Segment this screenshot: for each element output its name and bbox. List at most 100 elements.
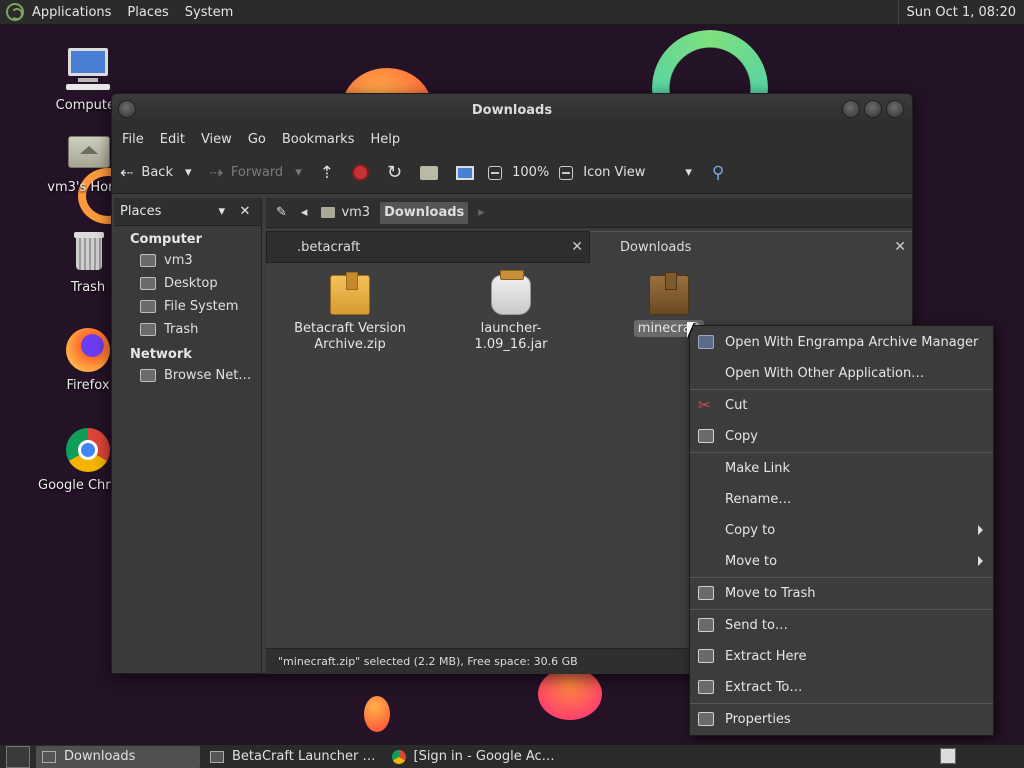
system-menu[interactable]: System: [177, 5, 241, 20]
places-menu[interactable]: Places: [119, 5, 176, 20]
taskbar-item-label: [Sign in - Google Ac…: [413, 749, 555, 764]
folder-icon: [42, 750, 56, 763]
trash-icon: [64, 228, 112, 276]
sidebar-item-vm3[interactable]: vm3: [114, 249, 261, 272]
menu-item-label: Cut: [725, 398, 748, 413]
tab-bar: .betacraft ✕ Downloads ✕: [266, 231, 912, 263]
up-button[interactable]: ⇡: [320, 163, 334, 183]
menu-item-label: Move to Trash: [725, 586, 816, 601]
taskbar-item-betacraft[interactable]: BetaCraft Launcher …: [204, 746, 382, 768]
close-icon[interactable]: ✕: [235, 204, 255, 219]
close-button[interactable]: [886, 100, 904, 118]
show-desktop-button[interactable]: [6, 745, 30, 768]
home-folder-icon: [64, 128, 112, 176]
menu-item-label: Make Link: [725, 461, 790, 476]
menu-item-open-with-engrampa[interactable]: Open With Engrampa Archive Manager: [690, 327, 993, 358]
sidebar-item-label: Desktop: [164, 276, 218, 291]
zip-archive-icon: [330, 272, 370, 315]
menu-help[interactable]: Help: [364, 132, 406, 147]
tab-downloads[interactable]: Downloads ✕: [590, 231, 912, 263]
clock[interactable]: Sun Oct 1, 08:20: [897, 0, 1024, 25]
path-scroll-right[interactable]: ▸: [474, 202, 489, 224]
workspace-switcher[interactable]: [940, 748, 956, 764]
file-item[interactable]: launcher-1.09_16.jar: [446, 270, 576, 353]
sidebar-type-select[interactable]: Places: [120, 204, 218, 219]
edit-location-button[interactable]: ✎: [272, 202, 291, 224]
computer-icon: [456, 165, 475, 180]
sidebar-section-computer: Computer: [130, 232, 203, 247]
jar-file-icon: [491, 270, 531, 315]
minimize-button[interactable]: [842, 100, 860, 118]
sidebar-item-browse-network[interactable]: Browse Net…: [114, 364, 261, 387]
menu-file[interactable]: File: [116, 132, 150, 147]
menu-item-move-to-trash[interactable]: Move to Trash: [690, 578, 993, 609]
close-icon[interactable]: ✕: [894, 239, 906, 255]
menu-item-send-to[interactable]: Send to…: [690, 610, 993, 641]
zoom-out-button[interactable]: [488, 165, 508, 180]
close-icon[interactable]: ✕: [571, 239, 583, 255]
menu-item-label: Copy: [725, 429, 758, 444]
tab-betacraft[interactable]: .betacraft ✕: [266, 231, 590, 263]
taskbar-item-chrome[interactable]: [Sign in - Google Ac…: [386, 746, 561, 768]
back-history-dropdown[interactable]: ▾: [185, 165, 192, 180]
submenu-arrow-icon: [978, 556, 983, 566]
search-button[interactable]: ⚲: [712, 163, 724, 183]
menu-item-extract-here[interactable]: Extract Here: [690, 641, 993, 672]
menu-bookmarks[interactable]: Bookmarks: [276, 132, 361, 147]
extract-icon: [698, 680, 714, 694]
menu-view[interactable]: View: [195, 132, 238, 147]
menu-item-properties[interactable]: Properties: [690, 704, 993, 735]
archive-manager-icon: [698, 335, 714, 349]
submenu-arrow-icon: [978, 525, 983, 535]
menu-item-extract-to[interactable]: Extract To…: [690, 672, 993, 703]
sidebar-item-label: Trash: [164, 322, 199, 337]
forward-button[interactable]: ⇢ Forward: [210, 163, 284, 182]
menu-item-label: Open With Other Application…: [725, 366, 925, 381]
mate-logo-icon[interactable]: [6, 3, 24, 21]
breadcrumb-downloads[interactable]: Downloads: [380, 201, 469, 224]
zoom-level: 100%: [512, 165, 550, 180]
sidebar-item-trash[interactable]: Trash: [114, 318, 261, 341]
menu-item-copy[interactable]: Copy: [690, 421, 993, 452]
properties-icon: [698, 712, 714, 726]
menu-item-cut[interactable]: ✂ Cut: [690, 390, 993, 421]
path-scroll-left[interactable]: ◂: [297, 202, 312, 224]
window-titlebar[interactable]: Downloads: [112, 94, 912, 126]
sidebar-item-label: File System: [164, 299, 239, 314]
menu-item-move-to[interactable]: Move to: [690, 546, 993, 577]
menu-edit[interactable]: Edit: [154, 132, 191, 147]
taskbar-item-label: Downloads: [64, 749, 136, 764]
network-icon: [140, 369, 156, 382]
breadcrumb-vm3[interactable]: vm3: [317, 202, 374, 224]
menu-item-rename[interactable]: Rename…: [690, 484, 993, 515]
mouse-cursor: [687, 322, 694, 338]
taskbar-item-downloads[interactable]: Downloads: [36, 745, 200, 768]
zoom-in-button[interactable]: [559, 165, 579, 180]
extract-icon: [698, 649, 714, 663]
back-button[interactable]: ⇠ Back: [120, 163, 173, 182]
forward-history-dropdown[interactable]: ▾: [295, 165, 302, 180]
applications-menu[interactable]: Applications: [24, 5, 119, 20]
file-item[interactable]: Betacraft Version Archive.zip: [285, 272, 415, 353]
sidebar-item-desktop[interactable]: Desktop: [114, 272, 261, 295]
menu-item-label: Rename…: [725, 492, 792, 507]
reload-button[interactable]: ↻: [387, 162, 402, 183]
home-button[interactable]: [420, 165, 439, 180]
home-folder-icon: [420, 165, 439, 180]
chevron-down-icon[interactable]: ▾: [218, 204, 225, 219]
up-arrow-icon: ⇡: [319, 162, 334, 183]
menu-go[interactable]: Go: [242, 132, 272, 147]
sidebar-item-file-system[interactable]: File System: [114, 295, 261, 318]
zip-archive-icon: [649, 272, 689, 315]
sidebar-header: Places ▾ ✕: [114, 198, 261, 226]
stop-button[interactable]: [351, 164, 369, 181]
window-menu-button[interactable]: [118, 100, 136, 118]
maximize-button[interactable]: [864, 100, 882, 118]
menu-item-open-with-other[interactable]: Open With Other Application…: [690, 358, 993, 389]
menu-item-make-link[interactable]: Make Link: [690, 453, 993, 484]
computer-button[interactable]: [456, 165, 475, 180]
menu-item-label: Open With Engrampa Archive Manager: [725, 335, 979, 350]
menu-item-copy-to[interactable]: Copy to: [690, 515, 993, 546]
sidebar-item-label: vm3: [164, 253, 193, 268]
view-mode-select[interactable]: Icon View ▾: [583, 165, 692, 180]
